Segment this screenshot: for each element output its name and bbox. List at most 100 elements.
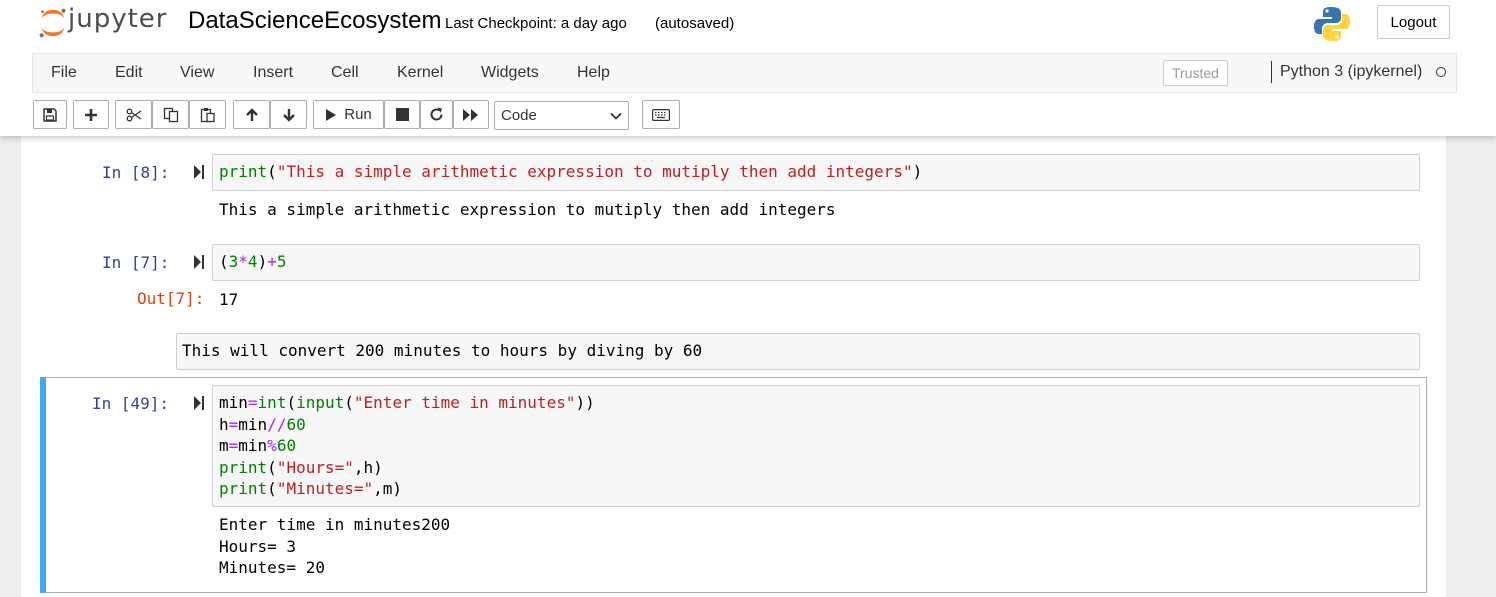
- paste-button[interactable]: [189, 100, 226, 129]
- menu-help[interactable]: Help: [577, 64, 610, 82]
- code-line: print("Minutes=",m): [219, 478, 595, 500]
- cell-1-code: print("This a simple arithmetic expressi…: [219, 161, 922, 183]
- cut-icon: [126, 108, 141, 121]
- code-token: 4: [247, 252, 258, 271]
- menu-widgets[interactable]: Widgets: [481, 64, 539, 82]
- paste-icon: [200, 107, 215, 122]
- code-line: print("This a simple arithmetic expressi…: [219, 161, 922, 183]
- run-cell-icon[interactable]: [193, 254, 205, 270]
- move-down-button[interactable]: [270, 100, 307, 129]
- run-cell-icon[interactable]: [193, 395, 205, 411]
- code-token: "Hours=": [276, 457, 354, 477]
- code-token: (: [267, 162, 277, 181]
- kernel-name[interactable]: Python 3 (ipykernel): [1280, 63, 1422, 81]
- fast-forward-icon: [463, 108, 478, 121]
- markdown-cell-text: This will convert 200 minutes to hours b…: [182, 341, 703, 360]
- code-token: m: [219, 436, 229, 455]
- arrow-up-icon: [245, 107, 258, 121]
- cell-2-prompt: In [7]:: [102, 253, 170, 272]
- chevron-down-icon: [610, 112, 622, 120]
- save-icon: [43, 107, 57, 122]
- cell-4-code: min=int(input("Enter time in minutes")) h…: [219, 392, 595, 500]
- code-token: //: [267, 414, 287, 434]
- insert-cell-button[interactable]: [73, 100, 109, 129]
- code-token: (: [344, 393, 354, 412]
- code-token: 60: [276, 436, 297, 455]
- code-token: print: [219, 162, 268, 181]
- cell-2-code: (3*4)+5: [219, 251, 286, 273]
- keyboard-icon: [652, 108, 670, 121]
- restart-run-all-button[interactable]: [453, 100, 489, 129]
- copy-icon: [163, 107, 178, 122]
- cell-1-prompt: In [8]:: [102, 163, 170, 182]
- code-line: (3*4)+5: [219, 251, 286, 273]
- cell-type-value: Code: [501, 107, 537, 124]
- plus-icon: [85, 108, 97, 121]
- code-token: 60: [286, 414, 306, 434]
- command-palette-button[interactable]: [642, 100, 680, 129]
- copy-button[interactable]: [152, 100, 189, 129]
- python-logo-icon: [1314, 7, 1350, 41]
- menu-cell[interactable]: Cell: [331, 64, 359, 82]
- restart-button[interactable]: [420, 100, 453, 129]
- code-token: (: [267, 479, 277, 498]
- trusted-indicator[interactable]: Trusted: [1163, 60, 1228, 86]
- cell-type-select[interactable]: Code: [494, 101, 629, 130]
- code-token: ,m): [373, 479, 403, 498]
- code-token: (: [267, 457, 277, 477]
- kernel-divider: [1271, 61, 1272, 83]
- kernel-idle-icon: [1436, 67, 1446, 77]
- code-token: int: [257, 393, 287, 412]
- code-token: min: [219, 393, 248, 412]
- selected-cell-indicator: [40, 377, 46, 593]
- menubar: [32, 53, 1457, 93]
- run-button[interactable]: Run: [313, 100, 384, 129]
- code-token: "Minutes=": [276, 479, 374, 498]
- cell-2-editor[interactable]: [212, 244, 1420, 281]
- menu-kernel[interactable]: Kernel: [397, 64, 443, 82]
- jupyter-logo-icon[interactable]: [36, 6, 70, 40]
- menu-edit[interactable]: Edit: [115, 64, 143, 82]
- code-token: print: [219, 457, 268, 477]
- code-token: ): [257, 252, 268, 271]
- notebook-title[interactable]: DataScienceEcosystem: [188, 7, 441, 35]
- cell-2-out-prompt: Out[7]:: [137, 289, 205, 308]
- cut-button[interactable]: [115, 100, 152, 129]
- run-label: Run: [344, 106, 372, 123]
- code-token: ,h): [353, 457, 383, 477]
- code-token: (: [286, 393, 297, 412]
- cell-4-prompt: In [49]:: [92, 394, 170, 413]
- code-token: input: [296, 393, 345, 412]
- cell-4-output: Enter time in minutes200 Hours= 3 Minute…: [219, 515, 451, 577]
- logout-button[interactable]: Logout: [1377, 5, 1450, 39]
- arrow-down-icon: [282, 108, 295, 122]
- interrupt-button[interactable]: [384, 100, 420, 129]
- code-token: +: [267, 252, 277, 271]
- move-up-button[interactable]: [233, 100, 270, 129]
- code-token: =: [228, 436, 239, 455]
- code-line: print("Hours=",h): [219, 457, 595, 479]
- code-line: h=min//60: [219, 414, 595, 436]
- code-token: (: [219, 252, 229, 271]
- cell-2-output: 17: [219, 290, 239, 309]
- menu-insert[interactable]: Insert: [253, 64, 293, 82]
- code-token: ): [912, 162, 923, 181]
- save-button[interactable]: [33, 100, 67, 129]
- code-token: "Enter time in minutes": [353, 393, 576, 412]
- code-token: min: [238, 414, 268, 434]
- code-line: min=int(input("Enter time in minutes")): [219, 392, 595, 414]
- code-token: )): [575, 393, 595, 412]
- code-token: h: [219, 414, 229, 434]
- jupyter-logo-text: jupyter: [68, 4, 168, 34]
- cell-1-output: This a simple arithmetic expression to m…: [219, 200, 836, 219]
- run-cell-icon[interactable]: [193, 164, 205, 180]
- code-line: m=min%60: [219, 435, 595, 457]
- code-token: 5: [276, 252, 287, 271]
- code-token: 3: [228, 252, 239, 271]
- menu-view[interactable]: View: [180, 64, 214, 82]
- code-token: =: [247, 393, 258, 412]
- code-token: min: [238, 436, 268, 455]
- menu-file[interactable]: File: [51, 64, 77, 82]
- code-token: *: [238, 252, 248, 271]
- code-token: print: [219, 479, 268, 498]
